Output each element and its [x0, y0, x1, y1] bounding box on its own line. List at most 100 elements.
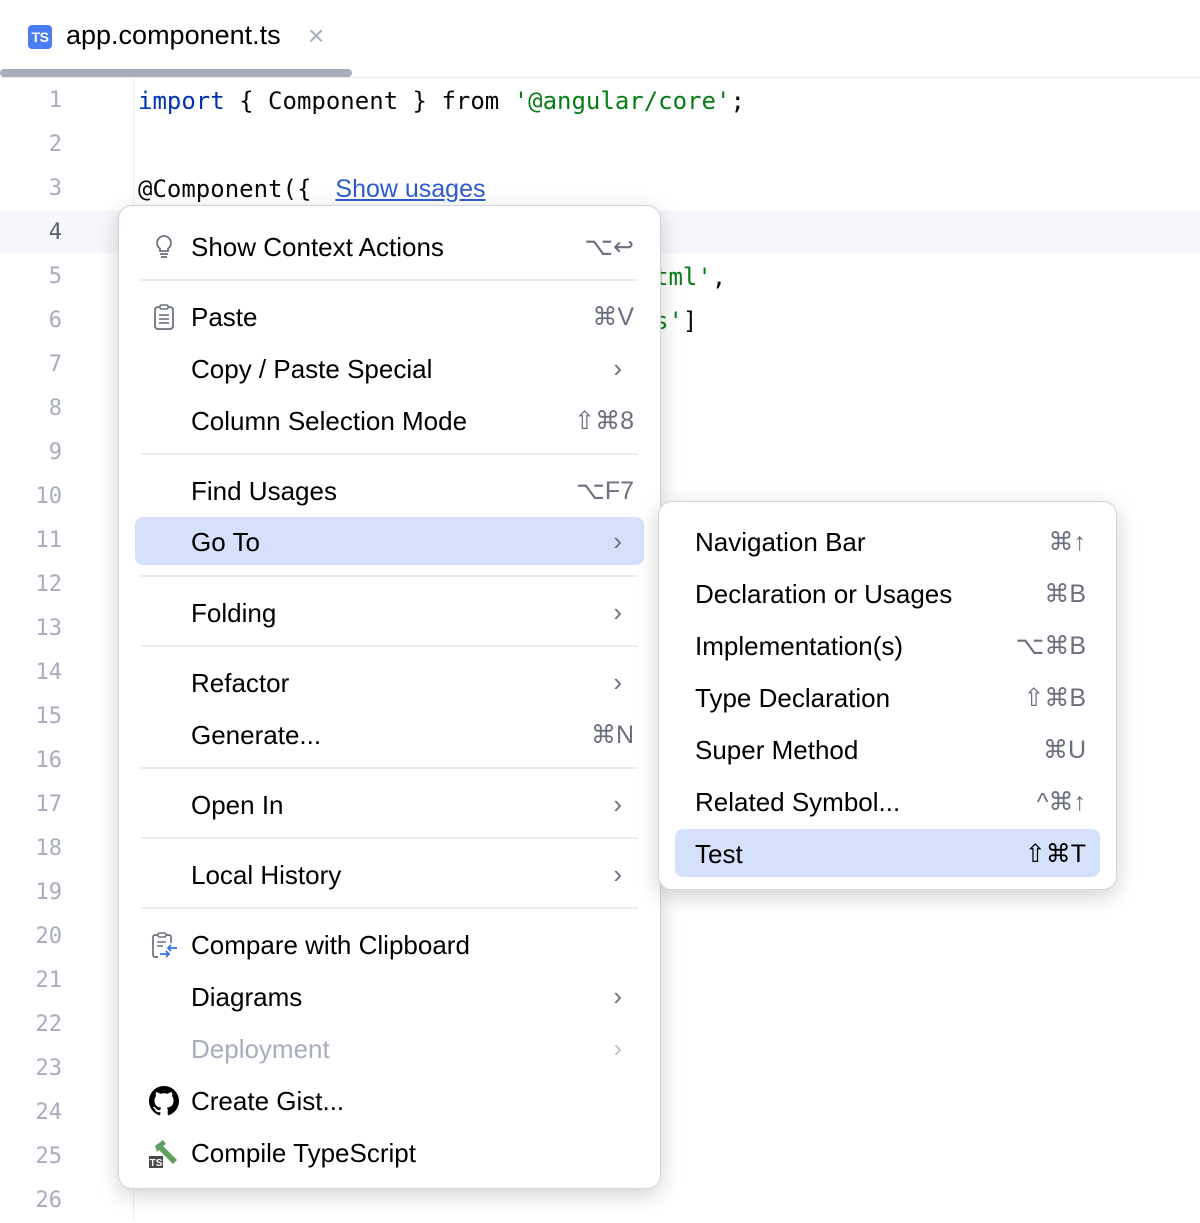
clipboard-icon	[149, 302, 179, 332]
line-number: 4	[48, 220, 62, 245]
line-number: 5	[48, 264, 62, 289]
menu-item-label: Declaration or Usages	[695, 579, 953, 609]
line-number: 11	[35, 528, 63, 553]
chevron-right-icon: ›	[613, 859, 622, 889]
menu-item-deployment: Deployment ›	[135, 1024, 644, 1072]
line-number: 25	[35, 1144, 63, 1169]
chevron-right-icon: ›	[613, 789, 622, 819]
menu-item-label: Type Declaration	[695, 683, 891, 713]
code-line-5-fragment[interactable]: tml',	[654, 255, 726, 299]
line-number: 9	[48, 440, 62, 465]
code-text: { Component } from	[224, 87, 514, 115]
line-number: 18	[35, 836, 63, 861]
menu-item-generate[interactable]: Generate... ⌘N	[135, 710, 644, 758]
menu-item-column-selection-mode[interactable]: Column Selection Mode ⇧⌘8	[135, 396, 644, 444]
line-number: 8	[48, 396, 62, 421]
menu-item-label: Copy / Paste Special	[191, 354, 433, 384]
line-number: 23	[35, 1056, 63, 1081]
line-number: 16	[35, 748, 63, 773]
compare-clipboard-icon	[149, 930, 179, 960]
line-number: 21	[35, 968, 63, 993]
code-text: ,	[711, 263, 727, 291]
menu-item-label: Open In	[191, 790, 284, 820]
compile-typescript-icon: TS	[149, 1138, 179, 1169]
line-number: 13	[35, 616, 63, 641]
menu-item-compile-typescript[interactable]: TS Compile TypeScript	[135, 1128, 644, 1176]
menu-item-label: Navigation Bar	[695, 527, 866, 557]
close-tab-icon[interactable]: ×	[308, 20, 324, 52]
editor-tab-bar: TS app.component.ts ×	[0, 0, 1200, 78]
menu-separator	[141, 575, 638, 577]
line-number: 24	[35, 1100, 63, 1125]
menu-separator	[141, 453, 638, 455]
shortcut: ⌥↩	[584, 233, 634, 261]
menu-item-label: Diagrams	[191, 982, 303, 1012]
string-literal: tml'	[654, 263, 712, 291]
submenu-item-test[interactable]: Test ⇧⌘T	[675, 829, 1100, 877]
show-usages-link[interactable]: Show usages	[335, 175, 485, 203]
line-number: 3	[48, 176, 62, 201]
shortcut: ⌥F7	[576, 477, 634, 505]
shortcut: ⌘N	[590, 721, 634, 749]
menu-item-label: Show Context Actions	[191, 232, 444, 262]
menu-item-label: Refactor	[191, 668, 290, 698]
menu-item-paste[interactable]: Paste ⌘V	[135, 292, 644, 340]
menu-item-create-gist[interactable]: Create Gist...	[135, 1076, 644, 1124]
tab-app-component-ts[interactable]: TS app.component.ts ×	[0, 0, 352, 77]
shortcut: ⇧⌘B	[1023, 684, 1086, 712]
shortcut: ⌘B	[1044, 580, 1086, 608]
submenu-item-implementations[interactable]: Implementation(s) ⌥⌘B	[675, 621, 1100, 669]
menu-item-label: Compile TypeScript	[191, 1138, 416, 1168]
submenu-item-navigation-bar[interactable]: Navigation Bar ⌘↑	[675, 517, 1100, 565]
menu-item-label: Super Method	[695, 735, 859, 765]
line-number: 19	[35, 880, 63, 905]
string-literal: '@angular/core'	[513, 87, 731, 115]
menu-item-find-usages[interactable]: Find Usages ⌥F7	[135, 466, 644, 514]
lightbulb-icon	[149, 232, 179, 262]
submenu-item-type-declaration[interactable]: Type Declaration ⇧⌘B	[675, 673, 1100, 721]
chevron-right-icon: ›	[613, 1033, 622, 1063]
menu-item-label: Generate...	[191, 720, 322, 750]
line-number: 2	[48, 132, 62, 157]
submenu-item-declaration-or-usages[interactable]: Declaration or Usages ⌘B	[675, 569, 1100, 617]
menu-item-local-history[interactable]: Local History ›	[135, 850, 644, 898]
shortcut: ⌘V	[592, 303, 634, 331]
typescript-file-icon: TS	[28, 25, 52, 49]
keyword: import	[138, 87, 225, 115]
menu-separator	[141, 837, 638, 839]
code-text: ]	[682, 307, 698, 335]
line-number: 6	[48, 308, 62, 333]
shortcut: ⌘↑	[1048, 528, 1087, 556]
shortcut: ^⌘↑	[1036, 788, 1086, 816]
line-number: 10	[35, 484, 63, 509]
chevron-right-icon: ›	[613, 597, 622, 627]
menu-item-label: Implementation(s)	[695, 631, 904, 661]
chevron-right-icon: ›	[613, 526, 622, 556]
menu-separator	[141, 907, 638, 909]
submenu-item-related-symbol[interactable]: Related Symbol... ^⌘↑	[675, 777, 1100, 825]
menu-item-label: Go To	[191, 527, 260, 557]
menu-item-copy-paste-special[interactable]: Copy / Paste Special ›	[135, 344, 644, 392]
code-text: @Component({	[138, 175, 312, 203]
menu-item-label: Local History	[191, 860, 342, 890]
menu-item-show-context-actions[interactable]: Show Context Actions ⌥↩	[135, 222, 644, 270]
menu-item-diagrams[interactable]: Diagrams ›	[135, 972, 644, 1020]
code-line-1[interactable]: import { Component } from '@angular/core…	[138, 79, 745, 123]
menu-item-label: Test	[695, 839, 743, 869]
shortcut: ⇧⌘8	[574, 407, 634, 435]
active-tab-indicator	[0, 69, 352, 77]
menu-item-compare-with-clipboard[interactable]: Compare with Clipboard	[135, 920, 644, 968]
line-number: 22	[35, 1012, 63, 1037]
menu-item-label: Column Selection Mode	[191, 406, 468, 436]
menu-item-refactor[interactable]: Refactor ›	[135, 658, 644, 706]
shortcut: ⌥⌘B	[1015, 632, 1086, 660]
menu-item-folding[interactable]: Folding ›	[135, 588, 644, 636]
shortcut: ⌘U	[1042, 736, 1086, 764]
menu-separator	[141, 767, 638, 769]
menu-item-go-to[interactable]: Go To ›	[135, 517, 644, 565]
menu-item-open-in[interactable]: Open In ›	[135, 780, 644, 828]
chevron-right-icon: ›	[613, 667, 622, 697]
menu-item-label: Deployment	[191, 1034, 330, 1064]
submenu-item-super-method[interactable]: Super Method ⌘U	[675, 725, 1100, 773]
code-text: ;	[730, 87, 745, 115]
